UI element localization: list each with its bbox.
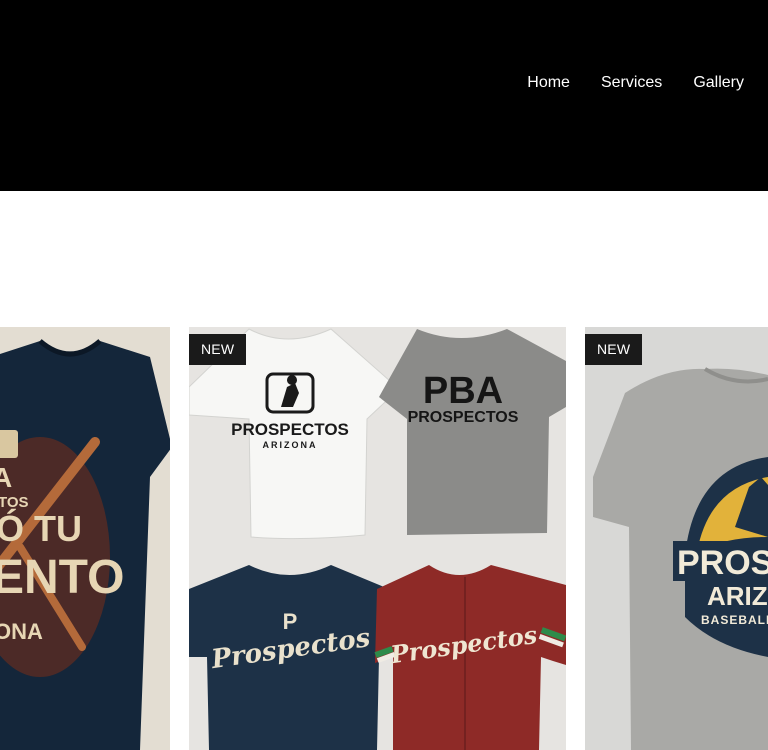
shirt-print-text: PROSP <box>677 544 768 582</box>
new-badge: NEW <box>189 334 247 365</box>
main-nav: Home Services Gallery <box>527 74 744 92</box>
shirt-print-text: P <box>283 609 298 634</box>
shirt-print-text: A <box>0 462 12 493</box>
nav-gallery-link[interactable]: Gallery <box>693 74 744 92</box>
shirt-print-text: ONA <box>0 619 43 644</box>
shirt-print-text: PROSPECTOS <box>408 409 519 426</box>
product-card-3[interactable]: PROSP ARIZ BASEBALL NEW <box>585 327 768 750</box>
shirt-print-text: ENTO <box>0 551 124 604</box>
new-badge: NEW <box>585 334 643 365</box>
shirt-print-text: PBA <box>423 370 503 412</box>
product-image-navy-tee: A TOS Ó TU ENTO ONA <box>0 339 170 750</box>
product-image-tee-collection: PROSPECTOS ARIZONA PBA PROSPECTOS P Pros… <box>189 328 566 750</box>
product-card-1[interactable]: A TOS Ó TU ENTO ONA <box>0 327 170 750</box>
product-card-2[interactable]: PROSPECTOS ARIZONA PBA PROSPECTOS P Pros… <box>189 327 566 750</box>
shirt-print-text: ARIZONA <box>263 440 318 450</box>
shirt-print-text: ARIZ <box>707 581 768 611</box>
product-image-gray-tee: PROSP ARIZ BASEBALL <box>593 367 768 750</box>
shirt-print-text: PROSPECTOS <box>231 420 349 439</box>
nav-home-link[interactable]: Home <box>527 74 570 92</box>
shirt-print-text: Ó TU <box>0 507 82 549</box>
shirt-print-text: BASEBALL <box>701 613 768 627</box>
nav-services-link[interactable]: Services <box>601 74 662 92</box>
site-header: Home Services Gallery <box>0 0 768 191</box>
